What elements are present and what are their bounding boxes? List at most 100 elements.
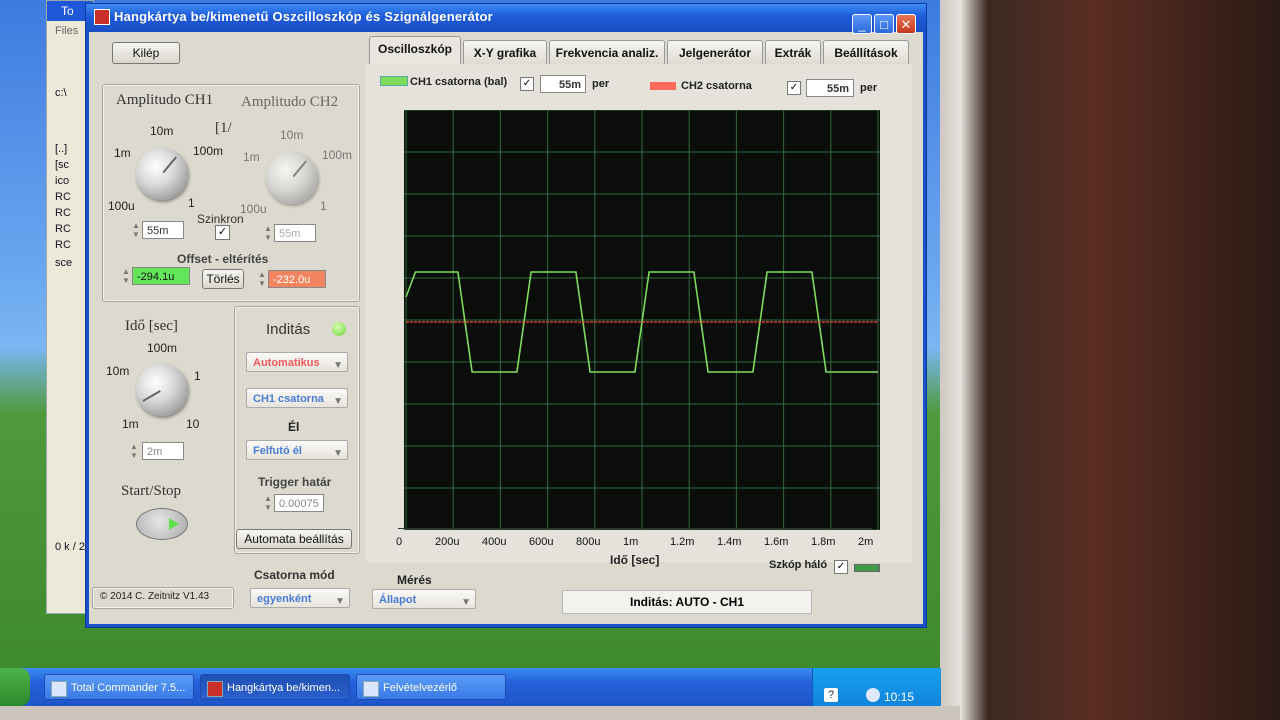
x-tick-label: 0 [396, 536, 403, 548]
amplitude-ch2-label: Amplitudo CH2 [241, 94, 339, 110]
exit-button[interactable]: Kilép [112, 42, 180, 64]
x-tick-label: 800u [576, 536, 601, 548]
x-tick-label: 1.4m [717, 536, 742, 548]
taskbar-item-recording[interactable]: Felvételvezérlő [356, 674, 506, 700]
grid-checkbox[interactable]: ✓ [834, 560, 848, 574]
x-tick-label: 1.8m [811, 536, 836, 548]
tc-menu[interactable]: Files [55, 25, 78, 37]
ch2-amplitude-field[interactable]: 55m [274, 224, 316, 242]
tc-file-row[interactable]: RC [55, 191, 71, 203]
start-button[interactable] [0, 668, 30, 706]
taskbar-item-label: Felvételvezérlő [383, 682, 457, 694]
app-icon [94, 9, 110, 25]
tc-path[interactable]: c:\ [55, 87, 67, 99]
start-stop-label: Start/Stop [121, 483, 182, 499]
ch2-checkbox[interactable]: ✓ [787, 81, 801, 95]
chevron-down-icon: ▼ [333, 360, 343, 371]
edge-dropdown[interactable]: Felfutó él ▼ [246, 440, 348, 460]
time-knob[interactable] [136, 364, 188, 416]
tab-oscilloscope[interactable]: Oscilloszkóp [369, 36, 461, 66]
tc-file-row[interactable]: [sc [55, 159, 69, 171]
app-icon [207, 681, 223, 697]
ch1-color-swatch [380, 76, 408, 86]
sync-checkbox[interactable]: ✓ [215, 225, 230, 240]
tc-file-row[interactable]: sce [55, 257, 72, 269]
tc-file-row[interactable]: [..] [55, 143, 67, 155]
tc-file-row[interactable]: RC [55, 223, 71, 235]
ch1-checkbox[interactable]: ✓ [520, 77, 534, 91]
tc-status: 0 k / 2 [55, 541, 85, 553]
time-label: Idő [sec] [125, 318, 178, 334]
oscilloscope-display[interactable] [404, 110, 880, 530]
ch2-spinner[interactable]: ▲ ▼ [264, 224, 272, 242]
grid-color-swatch[interactable] [854, 564, 880, 572]
taskbar-item-total-commander[interactable]: Total Commander 7.5... [44, 674, 194, 700]
threshold-field[interactable]: 0.00075 [274, 494, 324, 512]
measure-dropdown[interactable]: Állapot ▼ [372, 589, 476, 609]
chevron-down-icon: ▼ [333, 448, 343, 459]
measure-value: Állapot [379, 594, 417, 606]
tc-file-row[interactable]: RC [55, 207, 71, 219]
taskbar-item-oscilloscope[interactable]: Hangkártya be/kimen... [200, 674, 350, 700]
offset-ch2-field[interactable]: -232.0u [268, 270, 326, 288]
maximize-button[interactable]: □ [874, 14, 894, 34]
edge-value: Felfutó él [253, 445, 302, 457]
tab-settings[interactable]: Beállítások [823, 40, 909, 64]
chevron-down-icon: ▼ [461, 597, 471, 608]
time-tick-1m: 1m [122, 417, 139, 431]
sync-label: Szinkron [197, 212, 244, 226]
threshold-label: Trigger határ [258, 475, 332, 489]
tab-frequency-analysis[interactable]: Frekvencia analiz. [549, 40, 665, 64]
auto-setup-button[interactable]: Automata beállítás [236, 529, 352, 549]
ch2-tick-100u: 100u [240, 202, 267, 216]
ch2-unit: per [860, 82, 878, 94]
tc-file-row[interactable]: RC [55, 239, 71, 251]
x-tick-label: 2m [858, 536, 874, 548]
offset-ch1-spinner[interactable]: ▲ ▼ [122, 267, 130, 285]
tc-title: To [61, 4, 74, 18]
time-spinner[interactable]: ▲ ▼ [130, 442, 138, 460]
ch2-tick-1m: 1m [243, 150, 260, 164]
taskbar-clock: 10:15 [884, 690, 915, 704]
ch1-scale-field[interactable]: 55m [540, 75, 586, 93]
ch1-unit: per [592, 78, 610, 90]
ch1-tick-10m: 10m [150, 124, 174, 138]
tab-extras[interactable]: Extrák [765, 40, 821, 64]
ch1-amplitude-knob[interactable] [136, 148, 188, 200]
speaker-icon[interactable] [866, 688, 880, 702]
ch2-amplitude-knob[interactable] [266, 152, 318, 204]
tc-file-row[interactable]: ico [55, 175, 69, 187]
trigger-channel-dropdown[interactable]: CH1 csatorna ▼ [246, 388, 348, 408]
tab-signal-generator[interactable]: Jelgenerátor [667, 40, 763, 64]
ch2-tick-1: 1 [320, 199, 327, 213]
knob-pointer [142, 390, 161, 402]
ch1-spinner[interactable]: ▲ ▼ [132, 221, 140, 239]
status-bar: Inditás: AUTO - CH1 [562, 590, 812, 614]
chevron-down-icon: ▼ [333, 396, 343, 407]
grid-toggle-label: Szkóp háló [769, 559, 828, 571]
close-button[interactable]: ✕ [896, 14, 916, 34]
channel-mode-dropdown[interactable]: egyenként ▼ [250, 588, 350, 608]
trigger-channel-value: CH1 csatorna [253, 393, 324, 405]
clear-offset-button[interactable]: Törlés [202, 269, 244, 289]
ch1-amplitude-field[interactable]: 55m [142, 221, 184, 239]
app-icon [51, 681, 67, 697]
threshold-spinner[interactable]: ▲ ▼ [264, 494, 272, 512]
x-tick-label: 1m [623, 536, 639, 548]
offset-ch2-spinner[interactable]: ▲ ▼ [258, 270, 266, 288]
ch2-color-swatch [650, 82, 676, 90]
time-field[interactable]: 2m [142, 442, 184, 460]
trigger-mode-dropdown[interactable]: Automatikus ▼ [246, 352, 348, 372]
minimize-button[interactable]: _ [852, 14, 872, 34]
ch1-tick-100m: 100m [193, 144, 224, 158]
chevron-down-icon: ▼ [335, 596, 345, 607]
help-icon[interactable]: ? [824, 688, 838, 702]
ch2-scale-field[interactable]: 55m [806, 79, 854, 97]
trigger-title: Inditás [266, 321, 311, 338]
ch2-label: CH2 csatorna [681, 80, 752, 92]
tab-xy-graph[interactable]: X-Y grafika [463, 40, 547, 64]
start-stop-button[interactable] [136, 508, 188, 540]
play-icon [169, 518, 179, 530]
time-tick-10: 10 [186, 417, 200, 431]
offset-ch1-field[interactable]: -294.1u [132, 267, 190, 285]
